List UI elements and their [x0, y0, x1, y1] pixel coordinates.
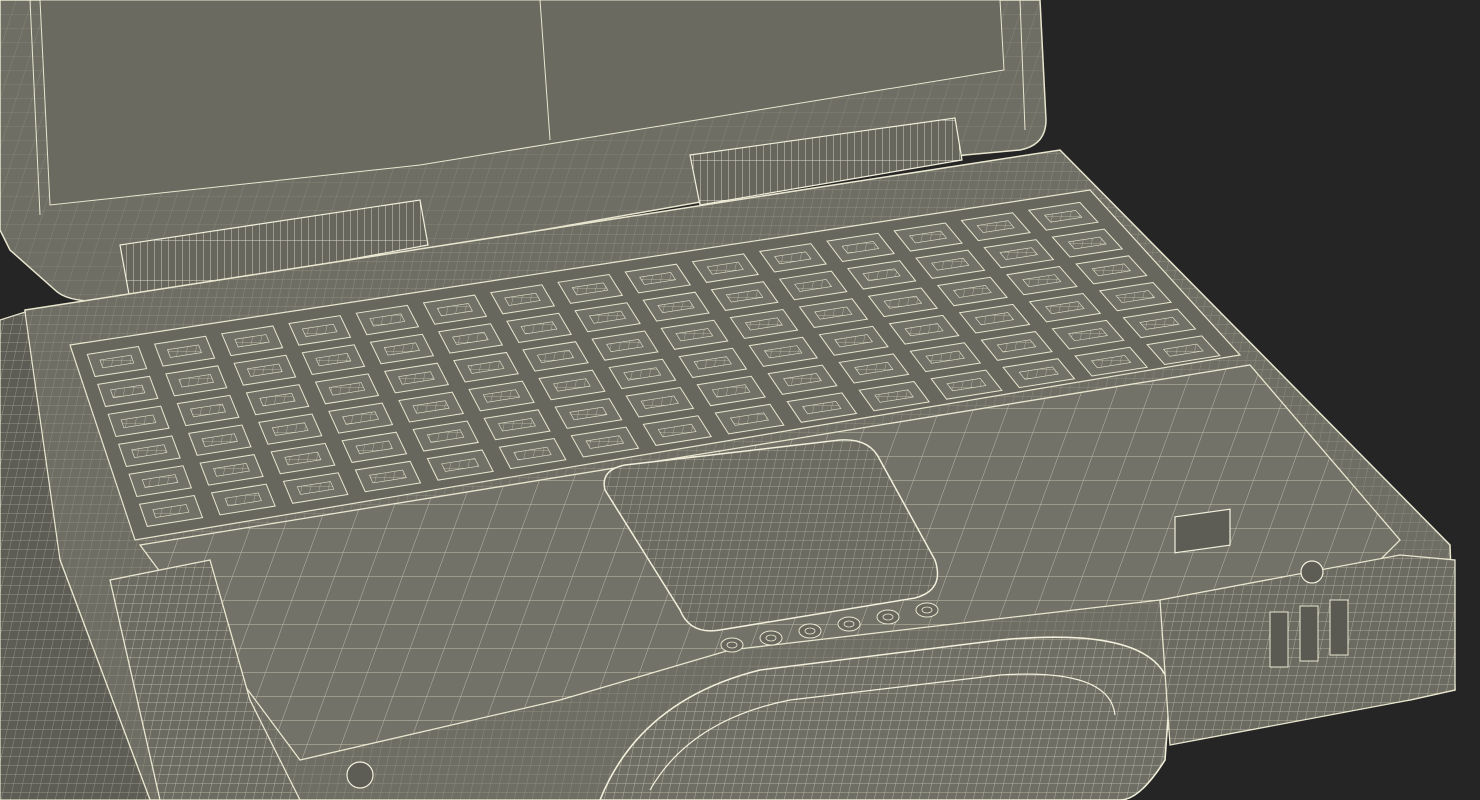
- side-port: [1299, 605, 1319, 662]
- status-led: [759, 630, 783, 646]
- status-led: [876, 609, 900, 625]
- status-led: [798, 623, 822, 639]
- side-port: [1269, 611, 1289, 668]
- side-port: [1329, 599, 1349, 656]
- latch: [1174, 508, 1231, 554]
- status-led: [915, 602, 939, 618]
- status-led: [720, 637, 744, 653]
- laptop-wireframe-render: [0, 0, 1456, 800]
- status-led: [837, 616, 861, 632]
